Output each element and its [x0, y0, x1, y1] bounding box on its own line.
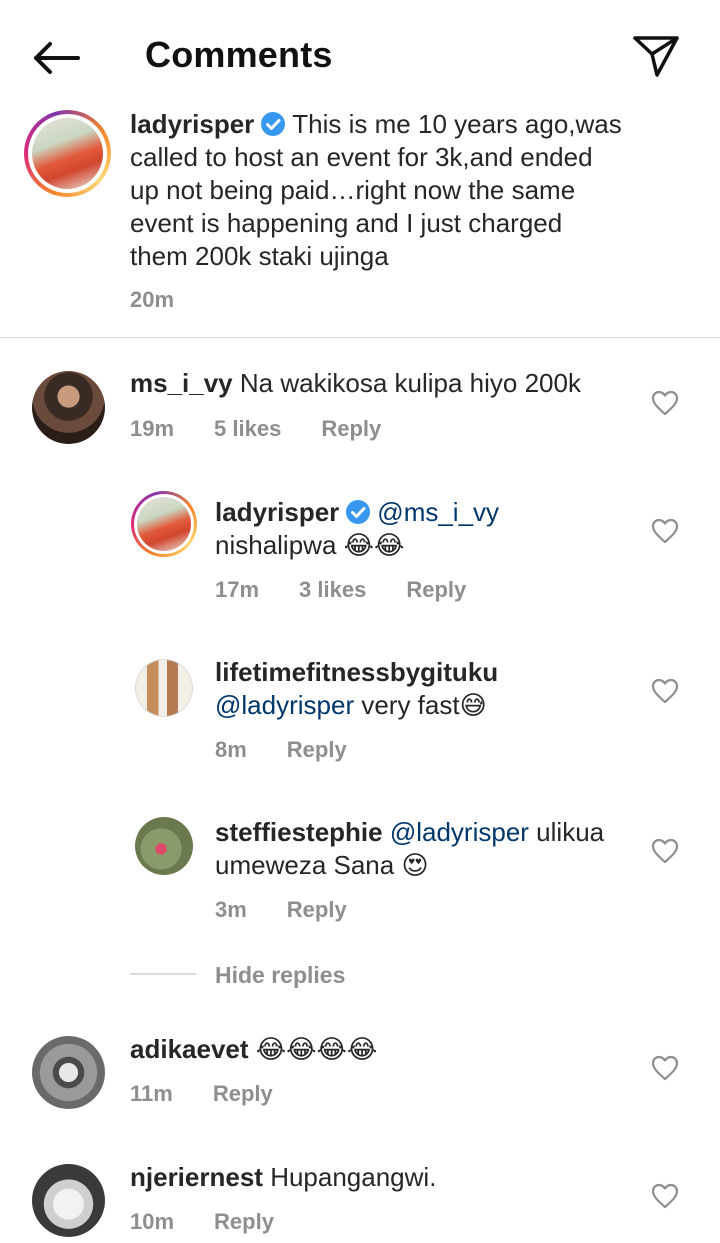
avatar[interactable] [32, 1036, 105, 1109]
page-title: Comments [145, 34, 333, 75]
comment-meta: 3m Reply [215, 897, 387, 923]
hide-replies-line [130, 973, 196, 975]
heart-outline-icon[interactable] [651, 838, 679, 864]
timestamp: 19m [130, 416, 175, 441]
avatar [137, 497, 191, 551]
reply-avatar-ring[interactable] [131, 491, 197, 557]
reply-button[interactable]: Reply [213, 1081, 273, 1106]
comment-meta: 17m 3 likes Reply [215, 577, 506, 603]
timestamp: 8m [215, 737, 247, 762]
timestamp: 20m [130, 287, 175, 312]
mention-link[interactable]: @ms_i_vy [377, 497, 499, 527]
paper-plane-icon [633, 36, 679, 77]
caption-text: ladyrisper This is me 10 years ago,was ca… [130, 109, 622, 271]
likes-count[interactable]: 3 likes [299, 577, 366, 602]
likes-count[interactable]: 5 likes [214, 416, 281, 441]
avatar[interactable] [32, 371, 105, 444]
avatar[interactable] [135, 659, 193, 717]
heart-outline-icon[interactable] [651, 390, 679, 416]
timestamp: 11m [130, 1081, 173, 1106]
divider [0, 337, 720, 338]
timestamp: 17m [215, 577, 260, 602]
caption-username[interactable]: ladyrisper [130, 109, 254, 139]
comment-username[interactable]: steffiestephie [215, 817, 383, 847]
comment-text: njeriernest Hupangangwi. [130, 1162, 437, 1192]
mention-link[interactable]: @ladyrisper [390, 817, 529, 847]
heart-outline-icon[interactable] [651, 678, 679, 704]
reply-text: ladyrisper @ms_i_vy nishalipwa 😂😂 [215, 497, 500, 561]
heart-outline-icon[interactable] [651, 1055, 679, 1081]
verified-badge-icon [346, 500, 371, 524]
verified-badge-icon [261, 112, 286, 136]
reply-button[interactable]: Reply [287, 897, 347, 922]
comment-text: ms_i_vy Na wakikosa kulipa hiyo 200k [130, 368, 581, 398]
share-button[interactable] [630, 30, 682, 80]
reply-button[interactable]: Reply [406, 577, 466, 602]
emoji: 😂😂😂😂 [255, 1035, 378, 1065]
avatar[interactable] [135, 817, 193, 875]
comment-meta: 10m Reply [130, 1209, 314, 1235]
comment-meta: 11m Reply [130, 1081, 313, 1107]
comment-username[interactable]: adikaevet [130, 1034, 249, 1064]
reply-button[interactable]: Reply [321, 416, 381, 441]
emoji: 😍 [401, 851, 429, 881]
avatar [32, 118, 103, 189]
comment-text: adikaevet 😂😂😂😂 [130, 1033, 630, 1067]
caption-meta: 20m [130, 287, 214, 313]
emoji: 😅 [459, 691, 487, 721]
header: Comments [0, 0, 720, 110]
reply-text: steffiestephie @ladyrisper ulikua umewez… [215, 817, 605, 881]
emoji: 😂😂 [343, 531, 405, 561]
reply-text: lifetimefitnessbygituku @ladyrisper very… [215, 657, 499, 721]
comment-username[interactable]: njeriernest [130, 1162, 263, 1192]
back-button[interactable] [30, 38, 82, 78]
timestamp: 10m [130, 1209, 175, 1234]
comment-username[interactable]: lifetimefitnessbygituku [215, 657, 498, 687]
comment-username[interactable]: ms_i_vy [130, 368, 233, 398]
reply-button[interactable]: Reply [287, 737, 347, 762]
hide-replies-button[interactable]: Hide replies [215, 962, 345, 989]
heart-outline-icon[interactable] [651, 518, 679, 544]
timestamp: 3m [215, 897, 247, 922]
reply-button[interactable]: Reply [214, 1209, 274, 1234]
mention-link[interactable]: @ladyrisper [215, 690, 354, 720]
heart-outline-icon[interactable] [651, 1183, 679, 1209]
comment-username[interactable]: ladyrisper [215, 497, 339, 527]
comment-meta: 8m Reply [215, 737, 387, 763]
comment-meta: 19m 5 likes Reply [130, 416, 421, 442]
caption-avatar-ring[interactable] [24, 110, 111, 197]
arrow-left-icon [34, 42, 80, 74]
avatar[interactable] [32, 1164, 105, 1237]
